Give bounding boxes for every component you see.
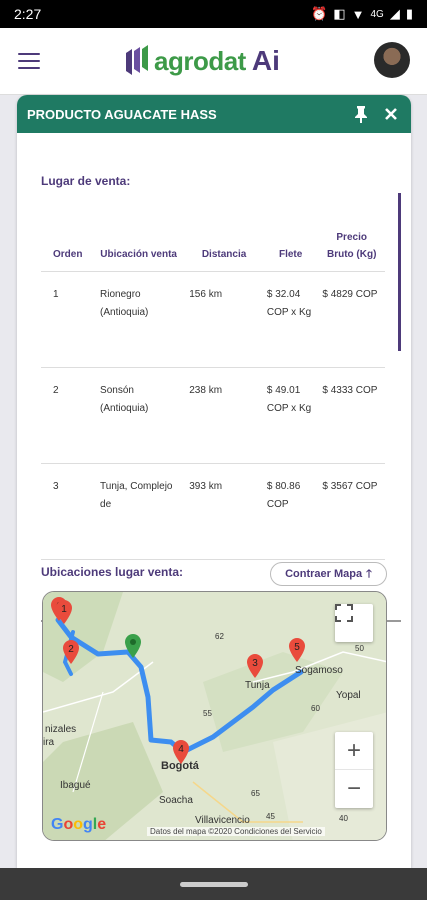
cell-precio: $ 4333 COP [318, 367, 385, 464]
card-header: PRODUCTO AGUACATE HASS [17, 95, 411, 133]
app-logo: agrodat Ai [126, 41, 280, 81]
map-place-label: Sogamoso [295, 665, 343, 676]
road-number: 65 [251, 789, 260, 798]
menu-icon[interactable] [18, 53, 40, 69]
road-number: 50 [355, 644, 364, 653]
collapse-map-button[interactable]: Contraer Mapa 🡑 [270, 562, 387, 586]
google-logo: Google [51, 816, 107, 833]
cell-ubicacion: Sonsón (Antioquia) [92, 367, 186, 464]
cell-precio: $ 4829 COP [318, 271, 385, 368]
collapse-map-label: Contraer Mapa [285, 568, 363, 580]
cell-distancia: 238 km [185, 367, 263, 464]
route-map[interactable]: nizales ira Ibagué Bogotá Soacha Villavi… [42, 591, 387, 841]
wifi-icon: ▼ [351, 6, 365, 22]
road-number: 40 [339, 814, 348, 823]
road-number: 45 [266, 812, 275, 821]
close-icon[interactable] [381, 104, 401, 124]
status-icons: ⏰ ◧ ▼ 4G ◢ ▮ [311, 6, 413, 22]
table-row: 1 Rionegro (Antioquia) 156 km $ 32.04 CO… [41, 271, 385, 368]
cell-precio: $ 3567 COP [318, 463, 385, 560]
map-place-label: nizales [45, 724, 77, 735]
map-credit[interactable]: Datos del mapa ©2020 Condiciones del Ser… [147, 827, 325, 836]
zoom-control: + − [335, 732, 373, 808]
road-number: 62 [215, 632, 224, 641]
cell-orden: 2 [41, 367, 93, 464]
col-header-precio: Precio Bruto (Kg) [318, 193, 385, 272]
cell-orden: 3 [41, 463, 93, 560]
app-bar: agrodat Ai [0, 28, 427, 95]
logo-ai: Ai [251, 45, 280, 76]
logo-text: agrodat [154, 45, 246, 76]
col-header-distancia: Distancia [185, 193, 263, 272]
cell-ubicacion: Rionegro (Antioquia) [92, 271, 186, 368]
product-card: PRODUCTO AGUACATE HASS Lugar de venta: O… [17, 95, 411, 868]
system-nav-bar [0, 868, 427, 900]
table-row: 3 Tunja, Complejo de 393 km $ 80.86 COP … [41, 463, 385, 560]
map-place-label: Bogotá [161, 760, 199, 772]
status-time: 2:27 [14, 6, 42, 22]
map-place-label: Ibagué [60, 780, 91, 791]
road-number: 60 [311, 704, 320, 713]
cell-flete: $ 80.86 COP [262, 463, 319, 560]
signal-icon: ◢ [389, 6, 400, 21]
card-title: PRODUCTO AGUACATE HASS [27, 106, 217, 122]
fullscreen-icon [335, 604, 353, 622]
table-row: 2 Sonsón (Antioquia) 238 km $ 49.01 COP … [41, 367, 385, 464]
fullscreen-button[interactable] [335, 604, 373, 642]
pin-icon[interactable] [351, 104, 371, 124]
network-label: 4G [370, 8, 384, 20]
col-header-ubicacion: Ubicación venta [92, 193, 186, 272]
vibrate-icon: ◧ [333, 6, 346, 21]
map-place-label: Soacha [159, 795, 193, 806]
col-header-flete: Flete [262, 193, 319, 272]
arrow-up-icon: 🡑 [366, 567, 372, 580]
cell-distancia: 393 km [185, 463, 263, 560]
logo-mark-icon [126, 45, 148, 75]
table-header-row: Orden Ubicación venta Distancia Flete Pr… [41, 193, 385, 272]
status-bar: 2:27 ⏰ ◧ ▼ 4G ◢ ▮ [0, 0, 427, 28]
col-header-orden: Orden [41, 193, 93, 272]
map-place-label: ira [43, 737, 55, 748]
cell-distancia: 156 km [185, 271, 263, 368]
cell-orden: 1 [41, 271, 93, 368]
map-place-label: Tunja [245, 680, 270, 691]
avatar[interactable] [374, 42, 410, 78]
home-gesture-bar[interactable] [180, 882, 248, 887]
zoom-in-button[interactable]: + [335, 732, 373, 770]
cell-flete: $ 49.01 COP x Kg [262, 367, 319, 464]
map-section-title: Ubicaciones lugar venta: [41, 565, 184, 579]
sale-section-title: Lugar de venta: [41, 174, 131, 188]
sale-table[interactable]: Orden Ubicación venta Distancia Flete Pr… [41, 193, 401, 622]
cell-flete: $ 32.04 COP x Kg [262, 271, 319, 368]
map-place-label: Yopal [336, 690, 361, 701]
cell-ubicacion: Tunja, Complejo de [92, 463, 186, 560]
battery-icon: ▮ [405, 6, 413, 21]
zoom-out-button[interactable]: − [335, 770, 373, 808]
map-place-label: Villavicencio [195, 815, 250, 826]
road-number: 55 [203, 709, 212, 718]
alarm-icon: ⏰ [311, 6, 328, 21]
table-scrollbar[interactable] [398, 193, 401, 351]
